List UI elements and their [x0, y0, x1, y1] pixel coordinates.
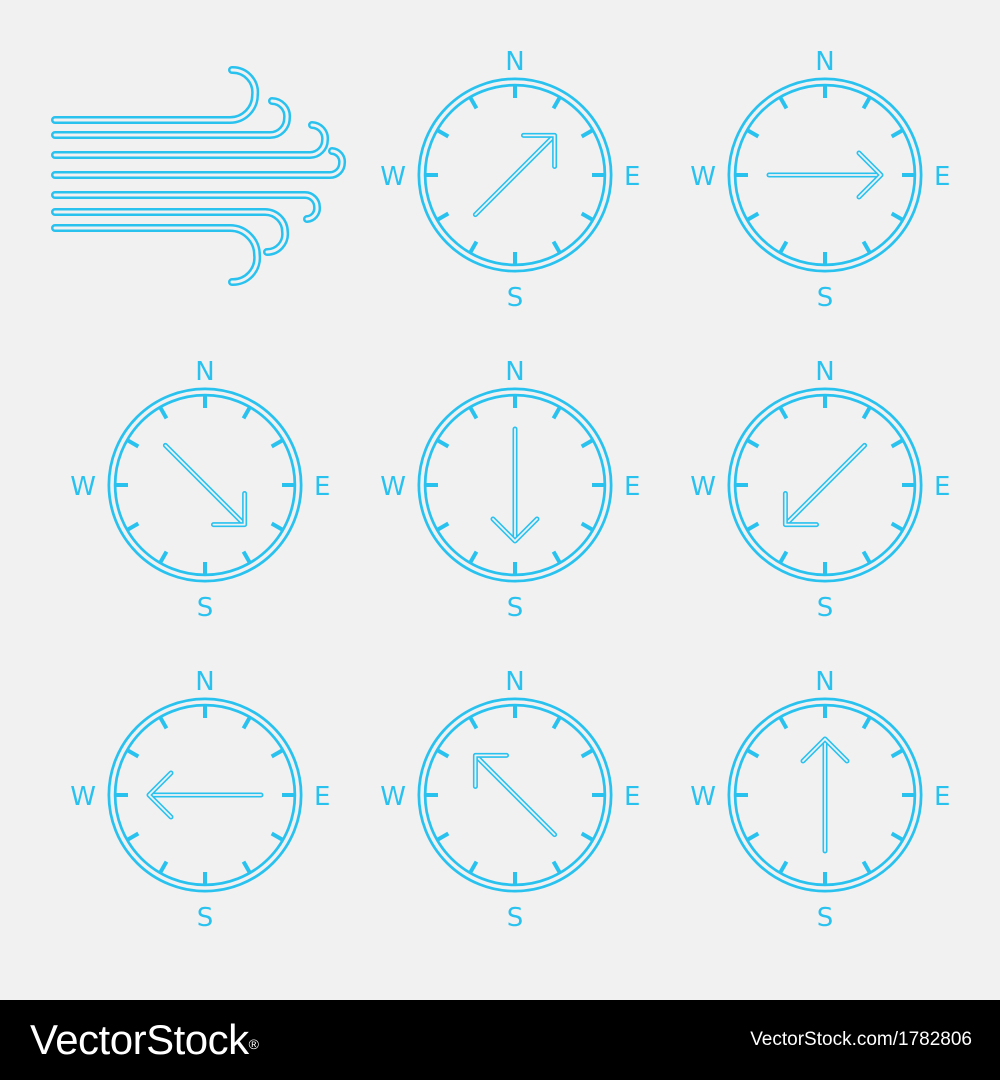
- compass-label-north: N: [195, 667, 214, 697]
- compass-south: N S W E: [380, 357, 640, 623]
- watermark-bar: VectorStock® VectorStock.com/1782806: [0, 1000, 1000, 1080]
- compass-label-north: N: [505, 47, 524, 77]
- compass-label-east: E: [624, 162, 640, 192]
- image-credit: VectorStock.com/1782806: [750, 1029, 972, 1050]
- compass-label-west: W: [70, 782, 96, 812]
- compass-label-east: E: [624, 472, 640, 502]
- compass-label-south: S: [197, 593, 214, 623]
- compass-label-north: N: [815, 667, 834, 697]
- compass-label-north: N: [195, 357, 214, 387]
- compass-label-south: S: [817, 903, 834, 933]
- vectorstock-logo: VectorStock®: [30, 1012, 259, 1068]
- compass-arrow: [472, 132, 558, 218]
- icon-sheet: N S W E N S W E N S W E N S W E N S W E N S W E N S W E N S W E: [0, 0, 1000, 1000]
- compass-label-north: N: [815, 47, 834, 77]
- logo-text: VectorStock: [30, 1016, 249, 1063]
- compass-label-east: E: [934, 162, 950, 192]
- compass-label-west: W: [70, 472, 96, 502]
- compass-southeast: N S W E: [70, 357, 330, 623]
- compass-arrow: [146, 770, 264, 820]
- compass-label-north: N: [505, 357, 524, 387]
- compass-label-east: E: [934, 782, 950, 812]
- compass-label-north: N: [505, 667, 524, 697]
- compass-label-west: W: [380, 472, 406, 502]
- compass-northwest: N S W E: [380, 667, 640, 933]
- compass-northeast: N S W E: [380, 47, 640, 313]
- compass-arrow: [766, 150, 884, 200]
- compass-arrow: [800, 736, 850, 854]
- logo-registered-mark: ®: [248, 1036, 259, 1052]
- compass-label-west: W: [690, 782, 716, 812]
- compass-west: N S W E: [70, 667, 330, 933]
- compass-label-west: W: [690, 162, 716, 192]
- compass-label-south: S: [817, 283, 834, 313]
- compass-label-south: S: [197, 903, 214, 933]
- compass-label-east: E: [314, 782, 330, 812]
- compass-north: N S W E: [690, 667, 950, 933]
- compass-arrow: [162, 442, 248, 528]
- compass-arrow: [782, 442, 868, 528]
- compass-label-west: W: [380, 162, 406, 192]
- compass-label-north: N: [815, 357, 834, 387]
- compass-east: N S W E: [690, 47, 950, 313]
- compass-arrow: [472, 752, 558, 838]
- compass-southwest: N S W E: [690, 357, 950, 623]
- compass-label-west: W: [690, 472, 716, 502]
- compass-arrow: [490, 426, 540, 544]
- compass-label-east: E: [624, 782, 640, 812]
- compass-label-south: S: [507, 283, 524, 313]
- compass-label-south: S: [817, 593, 834, 623]
- compass-label-west: W: [380, 782, 406, 812]
- compass-label-east: E: [934, 472, 950, 502]
- compass-label-south: S: [507, 903, 524, 933]
- compass-label-east: E: [314, 472, 330, 502]
- icon-artwork: N S W E N S W E N S W E N S W E N S W E N S W E N S W E N S W E: [51, 47, 950, 933]
- compass-label-south: S: [507, 593, 524, 623]
- wind-icon: [51, 66, 347, 286]
